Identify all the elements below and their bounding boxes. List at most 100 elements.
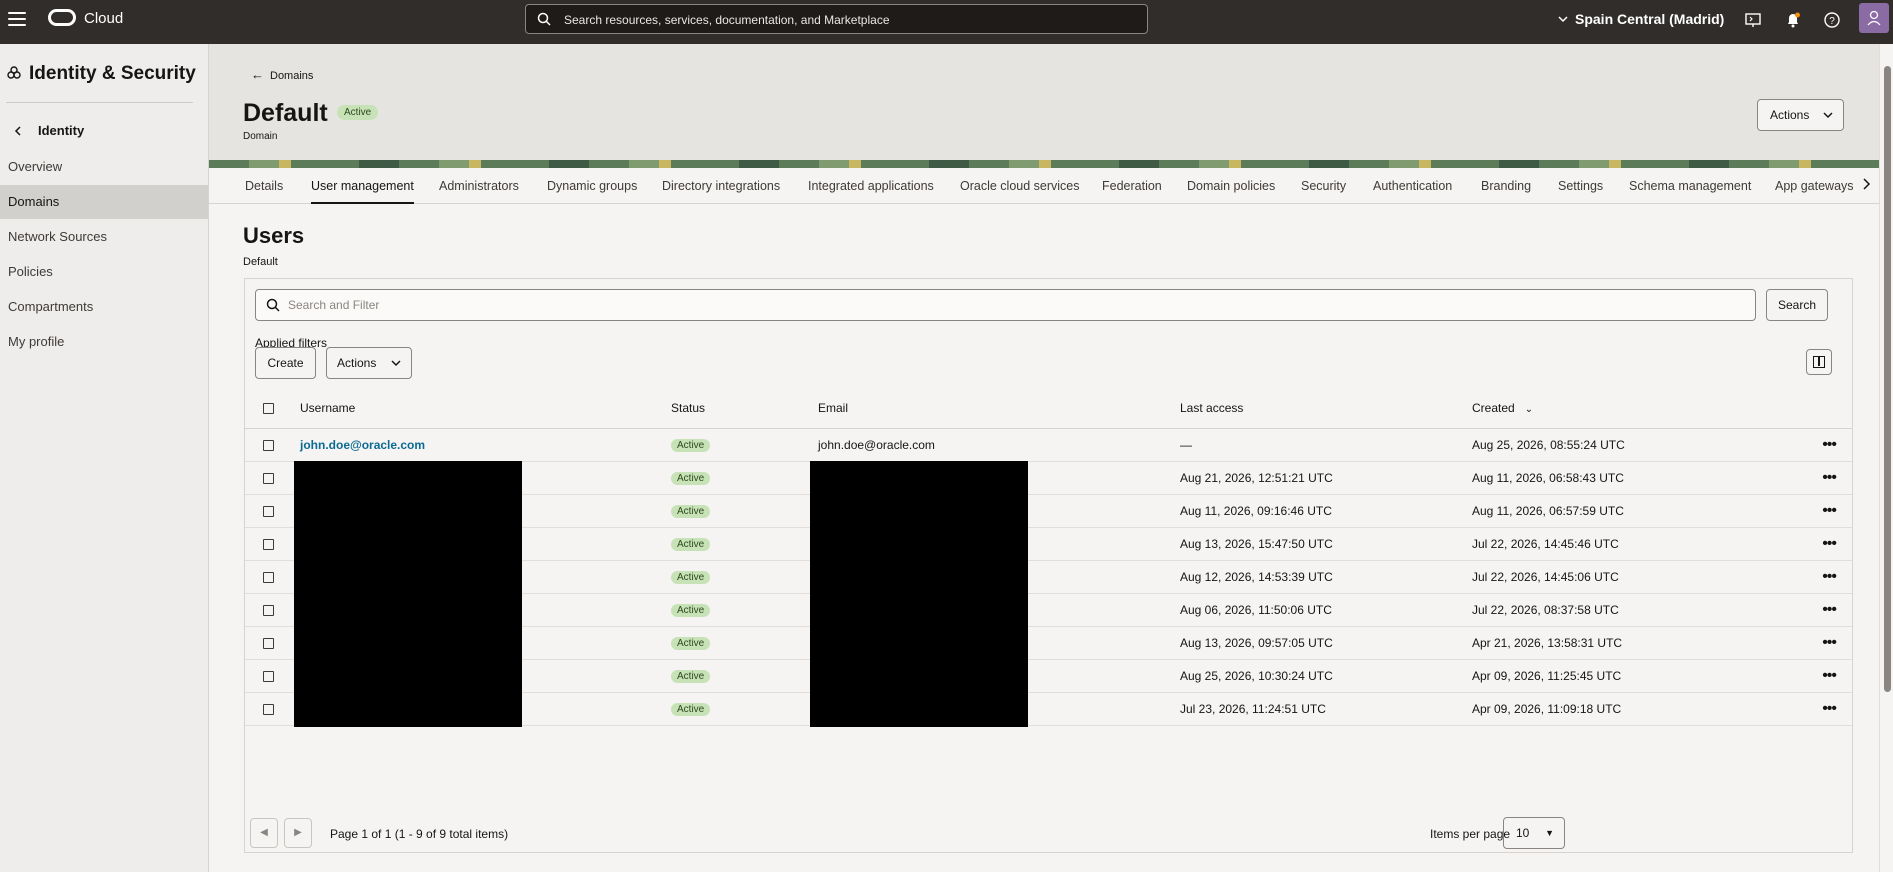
prev-page-button[interactable]: ◀ <box>250 818 278 848</box>
row-checkbox[interactable] <box>263 604 274 616</box>
table-row[interactable]: john.doe@oracle.com Active john.doe@oracle… <box>245 428 1852 462</box>
row-checkbox[interactable] <box>263 670 274 682</box>
column-toggle-button[interactable] <box>1806 349 1832 375</box>
avatar-icon[interactable] <box>1859 3 1889 33</box>
items-per-page-select[interactable]: 10 ▼ <box>1503 817 1565 849</box>
redaction-block <box>294 691 522 727</box>
back-to-domains-link[interactable]: ← Domains <box>251 67 313 82</box>
sort-descending-icon[interactable]: ⌄ <box>1525 404 1533 415</box>
kebab-icon[interactable]: ••• <box>1752 461 1852 495</box>
tab-oracle-cloud-services[interactable]: Oracle cloud services <box>960 168 1080 204</box>
tab-schema-management[interactable]: Schema management <box>1629 168 1751 204</box>
table-row[interactable]: Active Aug 06, 2026, 11:50:06 UTC Jul 22, … <box>245 592 1852 628</box>
sidebar-item-compartments[interactable]: Compartments <box>0 290 208 324</box>
tab-domain-policies[interactable]: Domain policies <box>1187 168 1275 204</box>
sidebar-item-network-sources[interactable]: Network Sources <box>0 220 208 254</box>
tab-details[interactable]: Details <box>245 168 283 204</box>
sidebar-item-overview[interactable]: Overview <box>0 150 208 184</box>
tab-federation[interactable]: Federation <box>1102 168 1162 204</box>
status-badge: Active <box>671 505 711 518</box>
row-checkbox[interactable] <box>263 439 274 451</box>
search-filter-input[interactable] <box>288 290 1748 320</box>
sidebar-item-policies[interactable]: Policies <box>0 255 208 289</box>
scrollbar-thumb[interactable] <box>1884 66 1891 692</box>
kebab-icon[interactable]: ••• <box>1752 593 1852 627</box>
hamburger-icon[interactable] <box>8 12 26 28</box>
tab-branding[interactable]: Branding <box>1481 168 1531 204</box>
tab-administrators[interactable]: Administrators <box>439 168 519 204</box>
last-access-cell: Aug 13, 2026, 09:57:05 UTC <box>1180 626 1472 660</box>
header-actions-label: Actions <box>1770 108 1810 122</box>
row-checkbox[interactable] <box>263 472 274 484</box>
email-redacted-cell <box>810 460 1180 496</box>
actions-button[interactable]: Actions <box>326 347 412 379</box>
chevron-right-icon[interactable] <box>1861 178 1871 190</box>
help-icon[interactable]: ? <box>1823 11 1841 29</box>
global-search-input[interactable]: Search resources, services, documentatio… <box>525 4 1148 34</box>
col-username[interactable]: Username <box>300 388 671 429</box>
chevron-left-icon[interactable] <box>13 126 23 136</box>
redaction-block <box>810 691 1028 727</box>
col-last-access[interactable]: Last access <box>1180 388 1472 429</box>
table-row[interactable]: Active Aug 25, 2026, 10:30:24 UTC Apr 09, … <box>245 658 1852 694</box>
brand-text[interactable]: Cloud <box>84 10 123 27</box>
table-row[interactable]: Active Aug 21, 2026, 12:51:21 UTC Aug 11, … <box>245 460 1852 496</box>
search-filter-field[interactable] <box>255 289 1756 321</box>
kebab-icon[interactable]: ••• <box>1752 527 1852 561</box>
tab-security[interactable]: Security <box>1301 168 1346 204</box>
global-search-placeholder: Search resources, services, documentatio… <box>564 13 890 27</box>
created-cell: Aug 25, 2026, 08:55:24 UTC <box>1472 428 1752 462</box>
username-link[interactable]: john.doe@oracle.com <box>300 438 425 452</box>
col-status[interactable]: Status <box>671 388 818 429</box>
kebab-icon[interactable]: ••• <box>1752 428 1852 462</box>
sidebar-back-identity[interactable]: Identity <box>38 123 84 138</box>
col-created-header[interactable]: Created ⌄ <box>1472 388 1752 429</box>
kebab-icon[interactable]: ••• <box>1752 494 1852 528</box>
tab-integrated-applications[interactable]: Integrated applications <box>808 168 934 204</box>
redaction-block <box>810 658 1028 694</box>
next-page-button[interactable]: ▶ <box>284 818 312 848</box>
table-row[interactable]: Active Aug 12, 2026, 14:53:39 UTC Jul 22, … <box>245 559 1852 595</box>
table-row[interactable]: Active Aug 11, 2026, 09:16:46 UTC Aug 11, … <box>245 493 1852 529</box>
table-row[interactable]: Active Jul 23, 2026, 11:24:51 UTC Apr 09, … <box>245 691 1852 727</box>
redaction-block <box>810 460 1028 496</box>
chevron-down-icon[interactable] <box>1557 13 1569 25</box>
tab-app-gateways[interactable]: App gateways <box>1775 168 1854 204</box>
table-row[interactable]: Active Aug 13, 2026, 09:57:05 UTC Apr 21, … <box>245 625 1852 661</box>
sidebar-item-my-profile[interactable]: My profile <box>0 325 208 359</box>
top-bar: Cloud Search resources, services, docume… <box>0 0 1893 44</box>
redaction-block <box>810 625 1028 661</box>
select-all-checkbox[interactable] <box>263 403 274 415</box>
tab-user-management[interactable]: User management <box>311 168 414 204</box>
status-cell: Active <box>671 692 818 726</box>
created-cell: Jul 22, 2026, 14:45:46 UTC <box>1472 527 1752 561</box>
search-button[interactable]: Search <box>1766 289 1828 321</box>
sidebar-item-domains[interactable]: Domains <box>0 185 208 219</box>
kebab-icon[interactable]: ••• <box>1752 560 1852 594</box>
row-checkbox[interactable] <box>263 703 274 715</box>
cloud-shell-icon[interactable] <box>1744 11 1762 29</box>
header-actions-button[interactable]: Actions <box>1757 99 1844 131</box>
row-checkbox[interactable] <box>263 538 274 550</box>
tab-directory-integrations[interactable]: Directory integrations <box>662 168 780 204</box>
oracle-logo-icon[interactable] <box>48 9 76 26</box>
page-scrollbar[interactable] <box>1879 44 1893 872</box>
tab-dynamic-groups[interactable]: Dynamic groups <box>547 168 637 204</box>
users-title: Users <box>243 223 305 248</box>
tab-authentication[interactable]: Authentication <box>1373 168 1452 204</box>
kebab-icon[interactable]: ••• <box>1752 692 1852 726</box>
row-checkbox[interactable] <box>263 505 274 517</box>
kebab-icon[interactable]: ••• <box>1752 659 1852 693</box>
row-checkbox[interactable] <box>263 571 274 583</box>
username-redacted-cell <box>294 526 671 562</box>
region-selector[interactable]: Spain Central (Madrid) <box>1575 11 1724 27</box>
tab-settings[interactable]: Settings <box>1558 168 1603 204</box>
kebab-icon[interactable]: ••• <box>1752 626 1852 660</box>
table-row[interactable]: Active Aug 13, 2026, 15:47:50 UTC Jul 22, … <box>245 526 1852 562</box>
create-button[interactable]: Create <box>255 347 316 379</box>
bell-icon[interactable] <box>1784 11 1802 29</box>
username-cell[interactable]: john.doe@oracle.com <box>300 428 671 462</box>
row-checkbox[interactable] <box>263 637 274 649</box>
search-icon <box>537 12 551 26</box>
col-email[interactable]: Email <box>818 388 1180 429</box>
